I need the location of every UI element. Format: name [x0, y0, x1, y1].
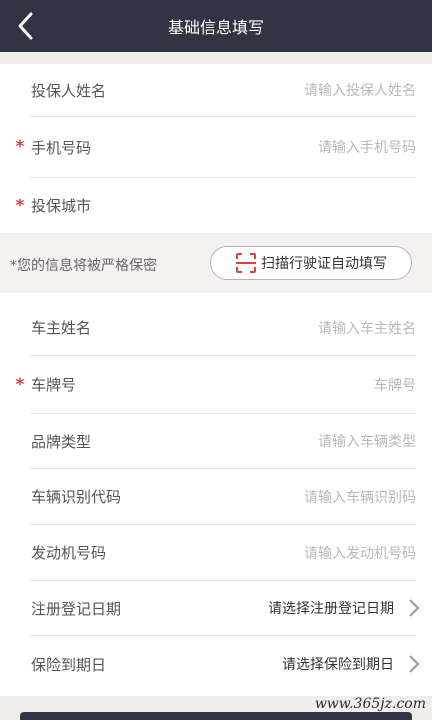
scan-license-button[interactable]: 扫描行驶证自动填写	[210, 246, 412, 280]
chevron-right-icon	[406, 598, 422, 618]
watermark: www.365jz.com	[314, 696, 426, 712]
engine-label: 发动机号码	[31, 544, 107, 562]
plate-input[interactable]: 车牌号	[374, 375, 416, 395]
page-title: 基础信息填写	[167, 18, 264, 37]
brand-label: 品牌类型	[31, 432, 92, 451]
vin-row[interactable]: 车辆识别代码 请输入车辆识别码	[0, 469, 432, 524]
engine-row[interactable]: 发动机号码 请输入发动机号码	[0, 525, 432, 580]
brand-input[interactable]: 请输入车辆类型	[318, 431, 416, 451]
plate-row[interactable]: * 车牌号 车牌号	[0, 356, 432, 413]
insured-name-label: 投保人姓名	[31, 81, 107, 100]
expiry-date-picker[interactable]: 请选择保险到期日	[282, 654, 394, 674]
privacy-notice: *您的信息将被严格保密 扫描行驶证自动填写	[0, 233, 432, 293]
section-spacer	[0, 52, 432, 64]
vin-input[interactable]: 请输入车辆识别码	[304, 487, 416, 507]
phone-input[interactable]: 请输入手机号码	[318, 137, 416, 157]
owner-name-input[interactable]: 请输入车主姓名	[318, 318, 416, 338]
back-button[interactable]	[10, 10, 42, 42]
reg-date-row[interactable]: 注册登记日期 请选择注册登记日期	[0, 581, 432, 635]
city-row[interactable]: * 投保城市	[0, 178, 432, 233]
plate-label: 车牌号	[31, 376, 77, 394]
expiry-label: 保险到期日	[31, 655, 107, 674]
phone-label: 手机号码	[31, 138, 92, 157]
chevron-right-icon	[406, 654, 422, 674]
privacy-notice-text: *您的信息将被严格保密	[10, 258, 157, 274]
required-mark: *	[15, 137, 25, 157]
city-label: 投保城市	[31, 197, 92, 215]
vin-label: 车辆识别代码	[31, 488, 122, 506]
insured-name-input[interactable]: 请输入投保人姓名	[304, 80, 416, 100]
expiry-row[interactable]: 保险到期日 请选择保险到期日	[0, 636, 432, 692]
reg-date-label: 注册登记日期	[31, 599, 122, 618]
reg-date-picker[interactable]: 请选择注册登记日期	[268, 598, 394, 618]
scan-frame-icon	[236, 253, 256, 273]
required-mark: *	[15, 195, 25, 216]
chevron-left-icon	[18, 12, 33, 40]
owner-name-row[interactable]: 车主姓名 请输入车主姓名	[0, 300, 432, 355]
insured-name-row[interactable]: 投保人姓名 请输入投保人姓名	[0, 64, 432, 116]
owner-name-label: 车主姓名	[31, 319, 92, 337]
top-nav-bar: 基础信息填写	[0, 0, 432, 52]
required-mark: *	[15, 374, 25, 395]
brand-row[interactable]: 品牌类型 请输入车辆类型	[0, 414, 432, 468]
submit-button[interactable]	[20, 712, 412, 720]
engine-input[interactable]: 请输入发动机号码	[304, 543, 416, 563]
phone-row[interactable]: * 手机号码 请输入手机号码	[0, 117, 432, 177]
scan-license-label: 扫描行驶证自动填写	[261, 256, 387, 272]
